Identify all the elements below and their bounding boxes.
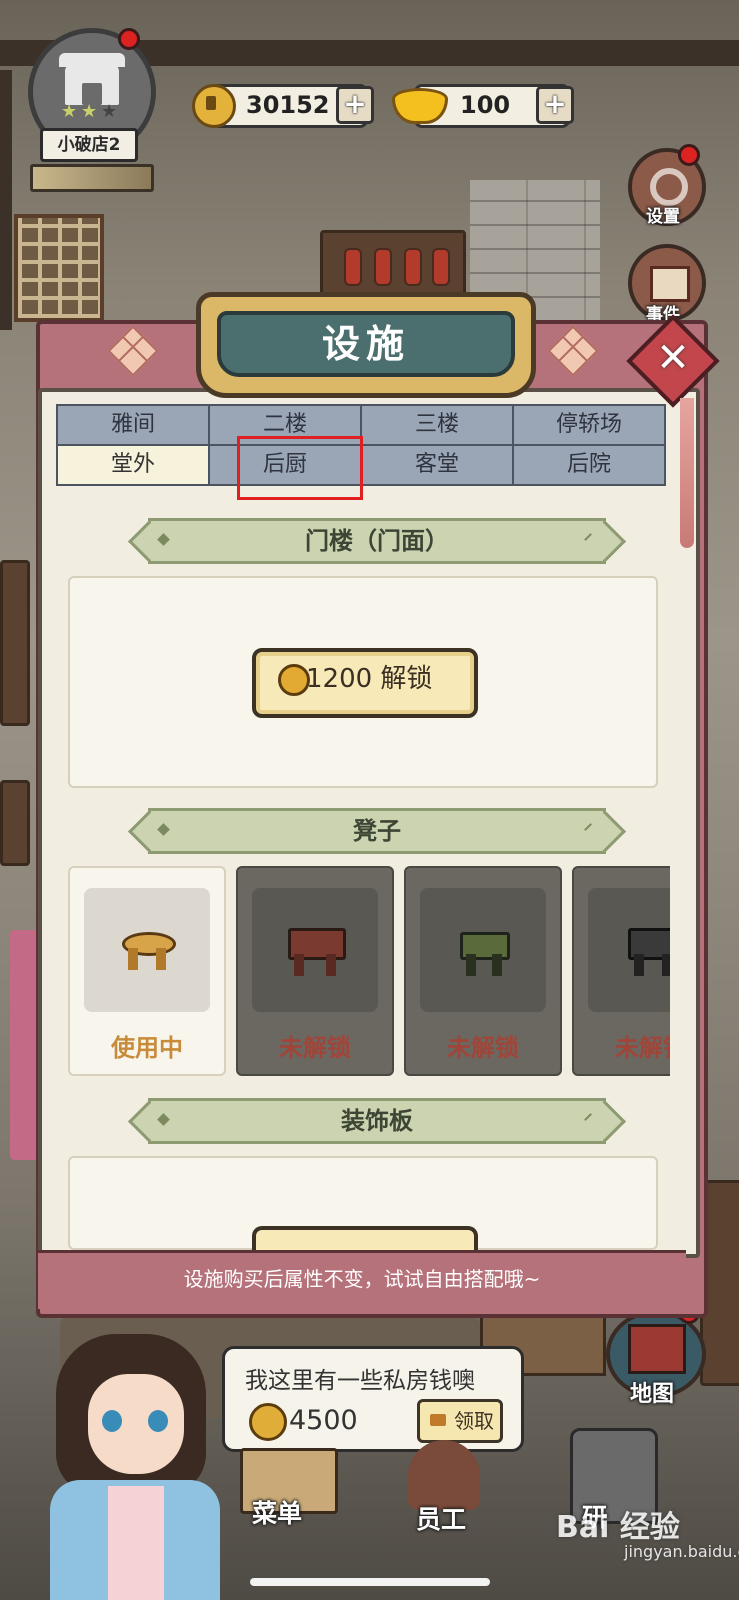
kitchen-tab-highlight [237, 436, 363, 500]
stool-status: 使用中 [111, 1034, 183, 1062]
stool-preview [252, 888, 378, 1012]
menu-button[interactable]: 菜单 [252, 1494, 302, 1530]
tassel-ornament [680, 398, 694, 548]
copper-coin-icon [249, 1403, 287, 1441]
stool-preview [84, 888, 210, 1012]
lantern [432, 248, 450, 286]
settings-label: 设置 [646, 207, 680, 227]
diamond-icon [584, 823, 597, 836]
stool-leg [156, 948, 166, 970]
stool-leg [662, 954, 670, 976]
stool-preview [420, 888, 546, 1012]
stool-card[interactable]: 未解锁 [572, 866, 670, 1076]
baidu-watermark-url: jingyan.baidu.com [624, 1542, 739, 1561]
video-camera-icon [430, 1414, 446, 1426]
stool-status: 未解锁 [615, 1034, 670, 1062]
stool-leg [294, 954, 304, 976]
facility-tip: 设施购买后属性不变，试试自由搭配哦~ [38, 1250, 686, 1309]
claim-label: 领取 [454, 1409, 494, 1433]
side-shelf [0, 780, 30, 866]
stool-card[interactable]: 使用中 [68, 866, 226, 1076]
copper-coin-value: 30152 [246, 91, 330, 119]
add-copper-button[interactable]: + [336, 86, 374, 124]
section-header-facade: 门楼（门面） [148, 518, 606, 564]
gear-icon [650, 168, 688, 206]
diamond-icon [584, 1113, 597, 1126]
add-gold-button[interactable]: + [536, 86, 574, 124]
pillar-left [0, 70, 12, 330]
lantern [344, 248, 362, 286]
character-inner-robe [108, 1486, 164, 1600]
star-icon: ★ [81, 101, 98, 122]
stool-preview [588, 888, 670, 1012]
section-title: 凳子 [353, 817, 401, 845]
window-left [14, 214, 104, 322]
diamond-icon [157, 823, 170, 836]
flower-ornament [107, 325, 159, 377]
map-label: 地图 [629, 1382, 674, 1407]
gold-ingot-value: 100 [460, 91, 511, 119]
speech-bubble: 我这里有一些私房钱噢 4500 领取 [222, 1346, 524, 1452]
stool-card[interactable]: 未解锁 [404, 866, 562, 1076]
stool-leg [466, 954, 476, 976]
notification-dot [678, 144, 700, 166]
diamond-icon [157, 533, 170, 546]
bonus-amount: 4500 [289, 1405, 358, 1436]
copper-coin-icon [192, 84, 236, 128]
section-header-decor: 装饰板 [148, 1098, 606, 1144]
stool-leg [128, 948, 138, 970]
stool-carousel[interactable]: 使用中 未解锁 未解锁 未解锁 [66, 866, 670, 1076]
tab-guest-hall[interactable]: 客堂 [360, 444, 514, 486]
diamond-icon [584, 533, 597, 546]
notification-dot [118, 28, 140, 50]
close-icon[interactable]: ✕ [640, 330, 706, 386]
baidu-watermark: Bai 经验 [556, 1510, 680, 1545]
tab-outside-hall[interactable]: 堂外 [56, 444, 210, 486]
stool-card[interactable]: 未解锁 [236, 866, 394, 1076]
section-header-stool: 凳子 [148, 808, 606, 854]
lantern [404, 248, 422, 286]
side-shelf [0, 560, 30, 726]
building-icon [650, 266, 690, 302]
title-plaque-inner: 设施 [217, 311, 515, 377]
tab-sedan-parking[interactable]: 停轿场 [512, 404, 666, 446]
section-title: 门楼（门面） [305, 527, 449, 555]
unlock-price-label: 1200 解锁 [306, 664, 433, 694]
unlock-decor-button[interactable] [252, 1226, 478, 1250]
stool-leg [634, 954, 644, 976]
section-title: 装饰板 [341, 1107, 413, 1135]
tab-private-room[interactable]: 雅间 [56, 404, 210, 446]
stool-leg [492, 954, 502, 976]
tab-backyard[interactable]: 后院 [512, 444, 666, 486]
modal-title: 设施 [321, 322, 410, 366]
staff-button[interactable]: 员工 [416, 1500, 466, 1536]
home-indicator[interactable] [250, 1578, 490, 1586]
shopkeeper-character[interactable] [30, 1330, 230, 1600]
stool-leg [326, 954, 336, 976]
diamond-icon [157, 1113, 170, 1126]
flower-ornament [547, 325, 599, 377]
character-eye [148, 1410, 168, 1432]
curtain [10, 930, 38, 1160]
tab-third-floor[interactable]: 三楼 [360, 404, 514, 446]
star-empty-icon: ★ [101, 101, 118, 122]
shop-progress-bar [30, 164, 154, 192]
speech-text: 我这里有一些私房钱噢 [245, 1368, 475, 1394]
claim-button[interactable]: 领取 [417, 1399, 503, 1443]
stool-status: 未解锁 [447, 1034, 519, 1062]
map-pavilion-icon [628, 1324, 686, 1374]
shop-name-label: 小破店2 [40, 128, 138, 162]
character-eye [102, 1410, 122, 1432]
stool-status: 未解锁 [279, 1034, 351, 1062]
title-plaque: 设施 [196, 292, 536, 398]
lantern [374, 248, 392, 286]
star-icon: ★ [61, 101, 78, 122]
